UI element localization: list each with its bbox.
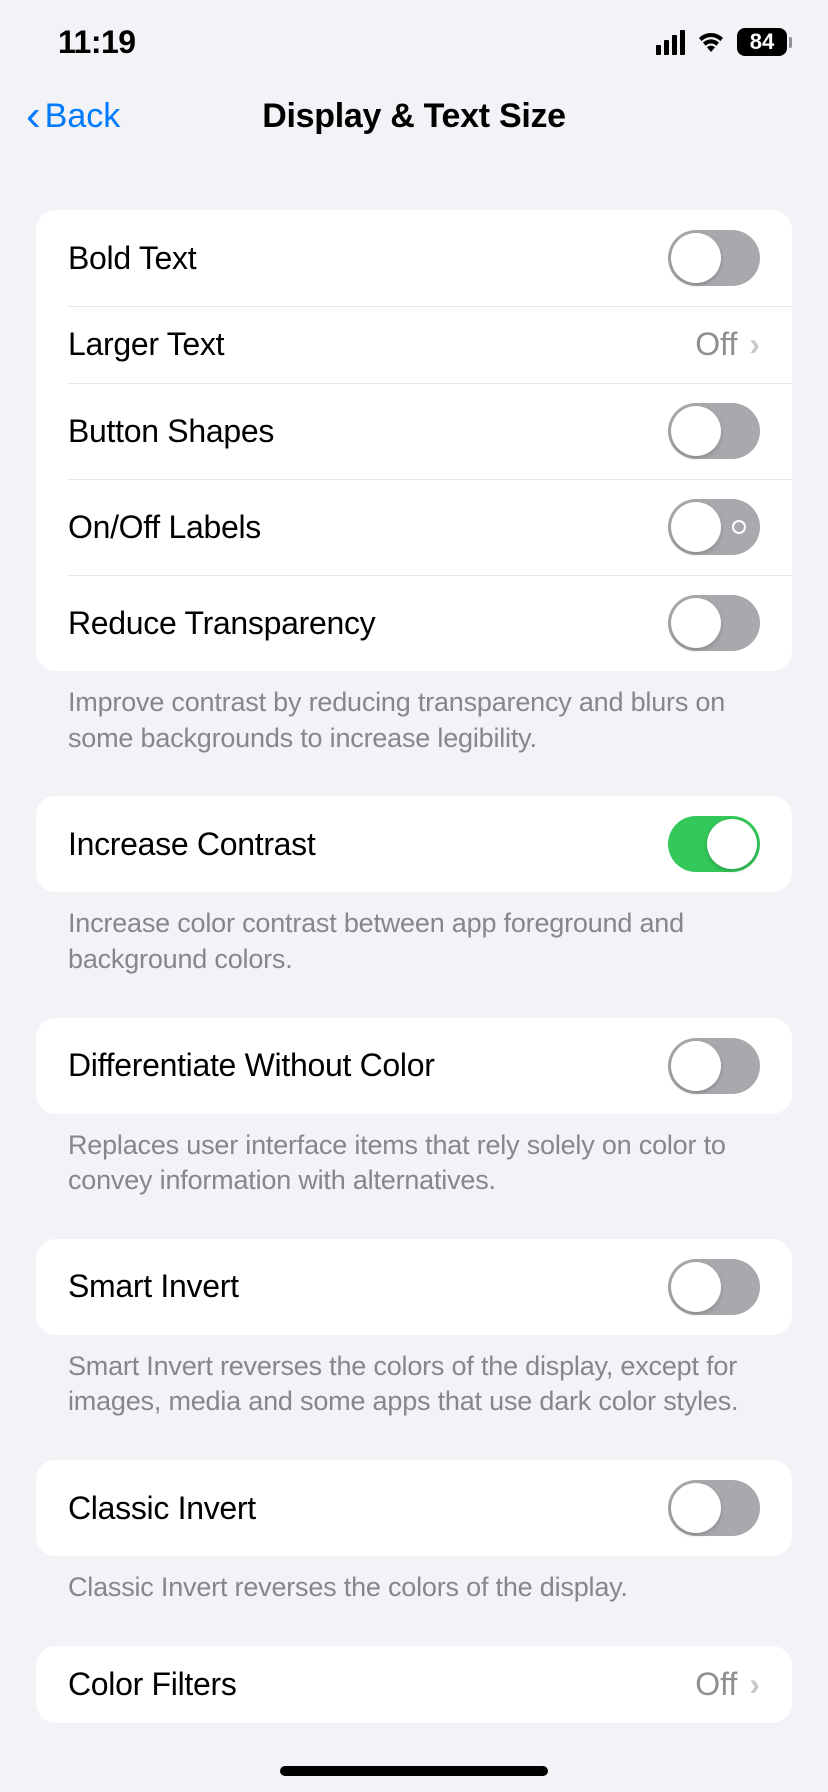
row-label: Increase Contrast bbox=[68, 826, 315, 863]
settings-group-contrast: Increase Contrast Increase color contras… bbox=[36, 796, 792, 977]
card: Differentiate Without Color bbox=[36, 1018, 792, 1114]
row-label: Reduce Transparency bbox=[68, 605, 375, 642]
settings-group-classic-invert: Classic Invert Classic Invert reverses t… bbox=[36, 1460, 792, 1606]
home-indicator[interactable] bbox=[280, 1766, 548, 1776]
row-value: Off bbox=[695, 1666, 737, 1703]
row-label: Bold Text bbox=[68, 240, 196, 277]
settings-group-differentiate: Differentiate Without Color Replaces use… bbox=[36, 1018, 792, 1199]
row-bold-text[interactable]: Bold Text bbox=[36, 210, 792, 306]
row-label: Smart Invert bbox=[68, 1268, 239, 1305]
row-classic-invert[interactable]: Classic Invert bbox=[36, 1460, 792, 1556]
row-on-off-labels[interactable]: On/Off Labels bbox=[36, 479, 792, 575]
row-smart-invert[interactable]: Smart Invert bbox=[36, 1239, 792, 1335]
settings-group-text: Bold Text Larger Text Off › Button Shape… bbox=[36, 210, 792, 756]
row-label: Larger Text bbox=[68, 326, 224, 363]
card: Smart Invert bbox=[36, 1239, 792, 1335]
battery-icon: 84 bbox=[737, 28, 792, 56]
toggle-off-indicator-icon bbox=[732, 520, 746, 534]
toggle-smart-invert[interactable] bbox=[668, 1259, 760, 1315]
toggle-differentiate-without-color[interactable] bbox=[668, 1038, 760, 1094]
toggle-increase-contrast[interactable] bbox=[668, 816, 760, 872]
toggle-bold-text[interactable] bbox=[668, 230, 760, 286]
cellular-icon bbox=[656, 30, 685, 55]
row-reduce-transparency[interactable]: Reduce Transparency bbox=[36, 575, 792, 671]
row-button-shapes[interactable]: Button Shapes bbox=[36, 383, 792, 479]
row-value: Off bbox=[695, 326, 737, 363]
card: Color Filters Off › bbox=[36, 1646, 792, 1723]
row-color-filters[interactable]: Color Filters Off › bbox=[36, 1646, 792, 1723]
nav-bar: ‹ Back Display & Text Size bbox=[0, 70, 828, 164]
toggle-classic-invert[interactable] bbox=[668, 1480, 760, 1536]
page-title: Display & Text Size bbox=[262, 97, 566, 136]
row-label: Classic Invert bbox=[68, 1490, 256, 1527]
card: Increase Contrast bbox=[36, 796, 792, 892]
toggle-reduce-transparency[interactable] bbox=[668, 595, 760, 651]
back-button[interactable]: ‹ Back bbox=[26, 94, 120, 138]
wifi-icon bbox=[695, 28, 727, 57]
row-label: Differentiate Without Color bbox=[68, 1047, 435, 1084]
back-label: Back bbox=[45, 97, 121, 136]
row-trail: Off › bbox=[695, 1666, 760, 1703]
group-footer: Improve contrast by reducing transparenc… bbox=[36, 671, 792, 756]
group-footer: Classic Invert reverses the colors of th… bbox=[36, 1556, 792, 1606]
row-increase-contrast[interactable]: Increase Contrast bbox=[36, 796, 792, 892]
group-footer: Smart Invert reverses the colors of the … bbox=[36, 1335, 792, 1420]
status-bar: 11:19 84 bbox=[0, 0, 828, 70]
row-label: Button Shapes bbox=[68, 413, 274, 450]
card: Classic Invert bbox=[36, 1460, 792, 1556]
battery-level: 84 bbox=[737, 28, 787, 56]
settings-group-smart-invert: Smart Invert Smart Invert reverses the c… bbox=[36, 1239, 792, 1420]
row-differentiate-without-color[interactable]: Differentiate Without Color bbox=[36, 1018, 792, 1114]
card: Bold Text Larger Text Off › Button Shape… bbox=[36, 210, 792, 671]
group-footer: Replaces user interface items that rely … bbox=[36, 1114, 792, 1199]
settings-group-color-filters: Color Filters Off › bbox=[36, 1646, 792, 1723]
group-footer: Increase color contrast between app fore… bbox=[36, 892, 792, 977]
row-larger-text[interactable]: Larger Text Off › bbox=[36, 306, 792, 383]
chevron-right-icon: › bbox=[749, 1666, 760, 1703]
row-label: On/Off Labels bbox=[68, 509, 261, 546]
toggle-on-off-labels[interactable] bbox=[668, 499, 760, 555]
row-trail: Off › bbox=[695, 326, 760, 363]
chevron-right-icon: › bbox=[749, 326, 760, 363]
status-time: 11:19 bbox=[58, 24, 136, 61]
chevron-left-icon: ‹ bbox=[26, 94, 41, 138]
status-indicators: 84 bbox=[656, 28, 792, 57]
content: Bold Text Larger Text Off › Button Shape… bbox=[0, 164, 828, 1723]
row-label: Color Filters bbox=[68, 1666, 237, 1703]
toggle-button-shapes[interactable] bbox=[668, 403, 760, 459]
